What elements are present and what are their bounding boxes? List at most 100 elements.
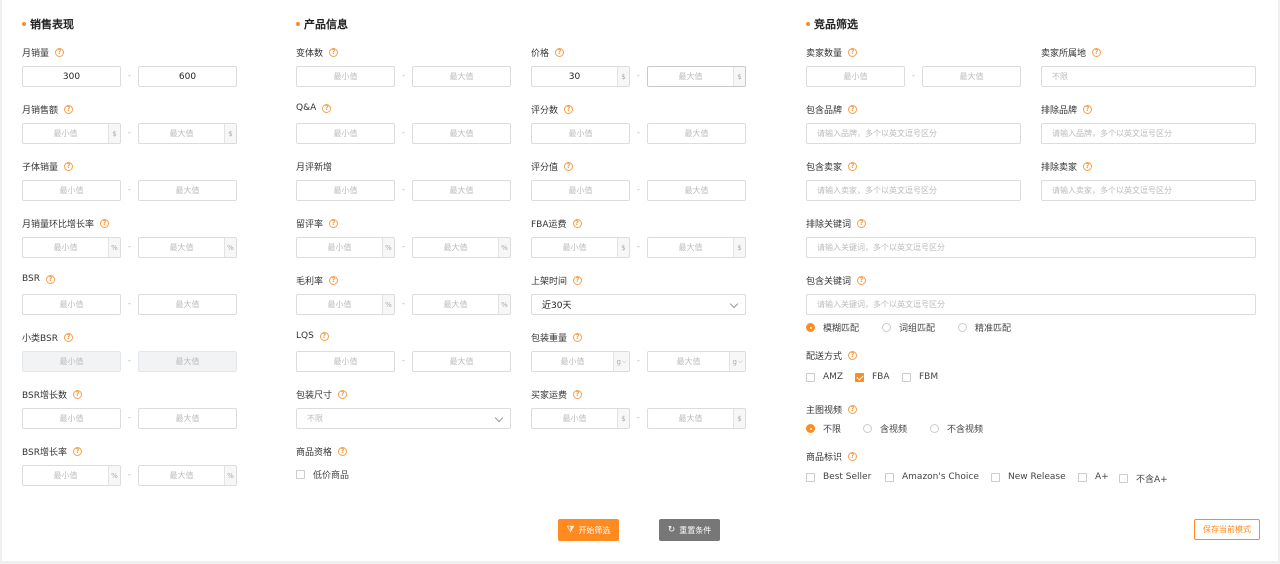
exclude-keyword-input[interactable]: 请输入关键词，多个以英文逗号区分 [806, 237, 1256, 258]
help-icon[interactable]: ? [555, 48, 565, 57]
help-icon[interactable]: ? [1092, 48, 1102, 57]
seller-location-select[interactable]: 不限 [1041, 66, 1256, 87]
start-filter-button[interactable]: ⧩ 开始筛选 [558, 519, 619, 541]
seller-count-max-input[interactable]: 最大值 [922, 66, 1021, 87]
tag-no-aplus-checkbox[interactable]: 不含A+ [1119, 472, 1168, 485]
help-icon[interactable]: ? [857, 219, 867, 228]
monthly-sales-min-input[interactable]: 300 [22, 66, 121, 87]
bsr-growth-rate-min-input[interactable]: 最小值% [22, 465, 121, 486]
help-icon[interactable]: ? [572, 219, 582, 228]
help-icon[interactable]: ? [857, 276, 867, 285]
sales-growth-min-input[interactable]: 最小值% [22, 237, 121, 258]
rating-count-max-input[interactable]: 最大值 [647, 123, 746, 144]
review-rate-min-input[interactable]: 最小值% [296, 237, 395, 258]
price-max-input[interactable]: 最大值 $ [647, 66, 746, 87]
listing-time-select[interactable]: 近30天 [531, 294, 746, 315]
buyer-shipping-max-input[interactable]: 最大值 $ [647, 408, 746, 429]
help-icon[interactable]: ? [848, 452, 858, 461]
help-icon[interactable]: ? [573, 276, 583, 285]
bsr-growth-count-max-input[interactable]: 最大值 [138, 408, 237, 429]
tag-best-seller-checkbox[interactable]: Best Seller [806, 472, 871, 482]
package-weight-min-input[interactable]: 最小值 g ⌵ [531, 351, 630, 372]
sales-growth-max-input[interactable]: 最大值% [138, 237, 237, 258]
exclude-brand-input[interactable]: 请输入品牌，多个以英文逗号区分 [1041, 123, 1256, 144]
match-mode-exact[interactable]: 精准匹配 [958, 321, 1011, 334]
help-icon[interactable]: ? [564, 162, 574, 171]
reset-button[interactable]: ↻ 重置条件 [659, 519, 720, 541]
help-icon[interactable]: ? [329, 219, 339, 228]
shipping-fba-checkbox[interactable]: FBA [855, 372, 890, 382]
include-brand-input[interactable]: 请输入品牌，多个以英文逗号区分 [806, 123, 1021, 144]
monthly-reviews-min-input[interactable]: 最小值 [296, 180, 395, 201]
help-icon[interactable]: ? [338, 447, 348, 456]
variants-max-input[interactable]: 最大值 [412, 66, 511, 87]
help-icon[interactable]: ? [64, 105, 74, 114]
qa-min-input[interactable]: 最小值 [296, 123, 395, 144]
help-icon[interactable]: ? [72, 447, 82, 456]
save-mode-button[interactable]: 保存当前模式 [1194, 519, 1260, 540]
tag-amazons-choice-checkbox[interactable]: Amazon's Choice [885, 472, 979, 482]
help-icon[interactable]: ? [338, 390, 348, 399]
include-keyword-input[interactable]: 请输入关键词，多个以英文逗号区分 [806, 294, 1256, 315]
help-icon[interactable]: ? [1083, 162, 1093, 171]
help-icon[interactable]: ? [848, 405, 858, 414]
bsr-min-input[interactable]: 最小值 [22, 294, 121, 315]
review-rate-max-input[interactable]: 最大值% [412, 237, 511, 258]
help-icon[interactable]: ? [322, 103, 332, 113]
shipping-amz-checkbox[interactable]: AMZ [806, 372, 843, 382]
fba-fee-min-input[interactable]: 最小值 $ [531, 237, 630, 258]
video-with-radio[interactable]: 含视频 [863, 422, 907, 435]
help-icon[interactable]: ? [55, 48, 65, 57]
monthly-reviews-max-input[interactable]: 最大值 [412, 180, 511, 201]
qa-max-input[interactable]: 最大值 [412, 123, 511, 144]
gross-margin-min-input[interactable]: 最小值% [296, 294, 395, 315]
lqs-max-input[interactable]: 最大值 [412, 351, 511, 372]
bsr-max-input[interactable]: 最大值 [138, 294, 237, 315]
bsr-growth-rate-max-input[interactable]: 最大值% [138, 465, 237, 486]
seller-count-min-input[interactable]: 最小值 [806, 66, 905, 87]
price-min-input[interactable]: 30 $ [531, 66, 630, 87]
child-sales-min-input[interactable]: 最小值 [22, 180, 121, 201]
include-seller-input[interactable]: 请输入卖家，多个以英文逗号区分 [806, 180, 1021, 201]
fba-fee-max-input[interactable]: 最大值 $ [647, 237, 746, 258]
package-weight-max-input[interactable]: 最大值 g ⌵ [647, 351, 746, 372]
match-mode-fuzzy[interactable]: 模糊匹配 [806, 321, 859, 334]
exclude-seller-input[interactable]: 请输入卖家，多个以英文逗号区分 [1041, 180, 1256, 201]
help-icon[interactable]: ? [63, 333, 73, 342]
help-icon[interactable]: ? [329, 48, 339, 57]
monthly-sales-max-input[interactable]: 600 [138, 66, 237, 87]
low-price-checkbox[interactable]: 低价商品 [296, 468, 349, 481]
monthly-revenue-max-input[interactable]: 最大值 $ [138, 123, 237, 144]
gross-margin-max-input[interactable]: 最大值% [412, 294, 511, 315]
rating-count-min-input[interactable]: 最小值 [531, 123, 630, 144]
rating-min-input[interactable]: 最小值 [531, 180, 630, 201]
help-icon[interactable]: ? [848, 351, 858, 360]
lqs-min-input[interactable]: 最小值 [296, 351, 395, 372]
help-icon[interactable]: ? [45, 274, 55, 284]
shipping-fbm-checkbox[interactable]: FBM [902, 372, 938, 382]
bsr-growth-count-min-input[interactable]: 最小值 [22, 408, 121, 429]
unit-suffix[interactable]: g ⌵ [729, 352, 745, 371]
help-icon[interactable]: ? [848, 162, 858, 171]
buyer-shipping-min-input[interactable]: 最小值 $ [531, 408, 630, 429]
video-any-radio[interactable]: 不限 [806, 422, 841, 435]
monthly-revenue-min-input[interactable]: 最小值 $ [22, 123, 121, 144]
help-icon[interactable]: ? [848, 48, 858, 57]
tag-aplus-checkbox[interactable]: A+ [1078, 472, 1109, 482]
video-without-radio[interactable]: 不含视频 [930, 422, 983, 435]
help-icon[interactable]: ? [329, 276, 339, 285]
child-sales-max-input[interactable]: 最大值 [138, 180, 237, 201]
help-icon[interactable]: ? [72, 390, 82, 399]
help-icon[interactable]: ? [564, 105, 574, 114]
rating-max-input[interactable]: 最大值 [647, 180, 746, 201]
help-icon[interactable]: ? [848, 105, 858, 114]
help-icon[interactable]: ? [1083, 105, 1093, 114]
match-mode-phrase[interactable]: 词组匹配 [882, 321, 935, 334]
unit-suffix[interactable]: g ⌵ [613, 352, 629, 371]
variants-min-input[interactable]: 最小值 [296, 66, 395, 87]
tag-new-release-checkbox[interactable]: New Release [991, 472, 1066, 482]
help-icon[interactable]: ? [64, 162, 74, 171]
help-icon[interactable]: ? [573, 390, 583, 399]
help-icon[interactable]: ? [573, 333, 583, 342]
package-size-select[interactable]: 不限 [296, 408, 511, 429]
